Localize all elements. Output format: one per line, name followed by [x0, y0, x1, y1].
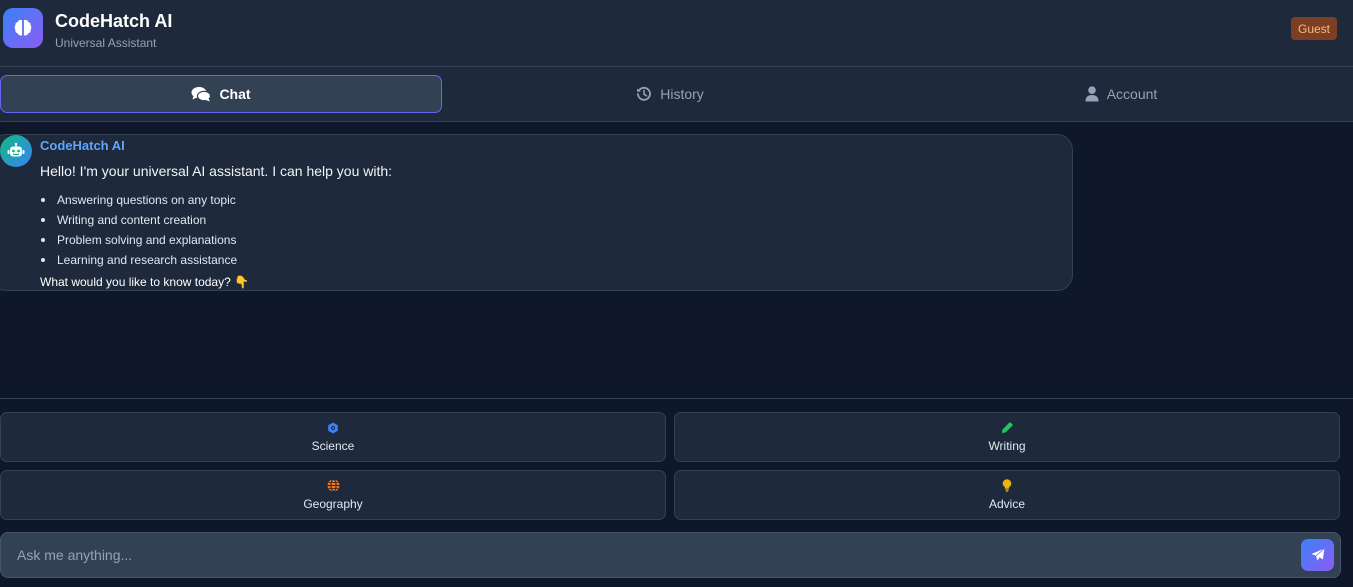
comments-icon [191, 86, 212, 102]
app-header: CodeHatch AI Universal Assistant Guest [0, 0, 1353, 67]
app-title: CodeHatch AI [55, 11, 173, 31]
send-button[interactable] [1301, 539, 1334, 571]
tab-bar: Chat History Account [0, 67, 1353, 122]
quick-action-label: Science [311, 438, 355, 453]
quick-action-writing[interactable]: Writing [674, 412, 1340, 462]
tab-chat-label: Chat [219, 86, 251, 102]
quick-action-geography[interactable]: Geography [0, 470, 666, 520]
chat-input-container [0, 532, 1341, 578]
tab-history-label: History [660, 86, 704, 102]
list-item: Learning and research assistance [40, 250, 237, 270]
bot-name: CodeHatch AI [40, 138, 125, 153]
quick-action-advice[interactable]: Advice [674, 470, 1340, 520]
capability-list: Answering questions on any topic Writing… [40, 190, 237, 270]
globe-icon [327, 479, 340, 492]
app-root: CodeHatch AI Universal Assistant Guest C… [0, 0, 1353, 587]
quick-action-label: Geography [303, 497, 363, 511]
chat-messages: CodeHatch AI Hello! I'm your universal A… [0, 122, 1353, 398]
paper-plane-icon [1311, 548, 1325, 562]
pencil-icon [1001, 421, 1014, 434]
atom-icon [327, 422, 339, 434]
lightbulb-icon [1002, 479, 1012, 492]
quick-action-label: Advice [988, 497, 1026, 511]
history-icon [636, 86, 652, 102]
message-intro: Hello! I'm your universal AI assistant. … [40, 163, 393, 179]
app-subtitle: Universal Assistant [55, 36, 157, 50]
tab-chat[interactable]: Chat [0, 75, 442, 113]
robot-icon [0, 135, 32, 167]
tab-account[interactable]: Account [900, 75, 1342, 113]
quick-action-science[interactable]: Science [0, 412, 666, 462]
list-item: Writing and content creation [40, 210, 237, 230]
quick-action-label: Writing [988, 439, 1026, 453]
message-outro: What would you like to know today? 👇 [40, 275, 250, 289]
chat-input[interactable] [1, 533, 1291, 577]
brain-icon [3, 8, 43, 48]
quick-actions-panel: Science Writing Geography Advice Ask me … [0, 398, 1353, 587]
tab-account-label: Account [1106, 86, 1158, 102]
user-icon [1085, 86, 1099, 102]
guest-badge[interactable]: Guest [1291, 17, 1337, 40]
tab-history[interactable]: History [449, 75, 891, 113]
list-item: Problem solving and explanations [40, 230, 237, 250]
list-item: Answering questions on any topic [40, 190, 237, 210]
